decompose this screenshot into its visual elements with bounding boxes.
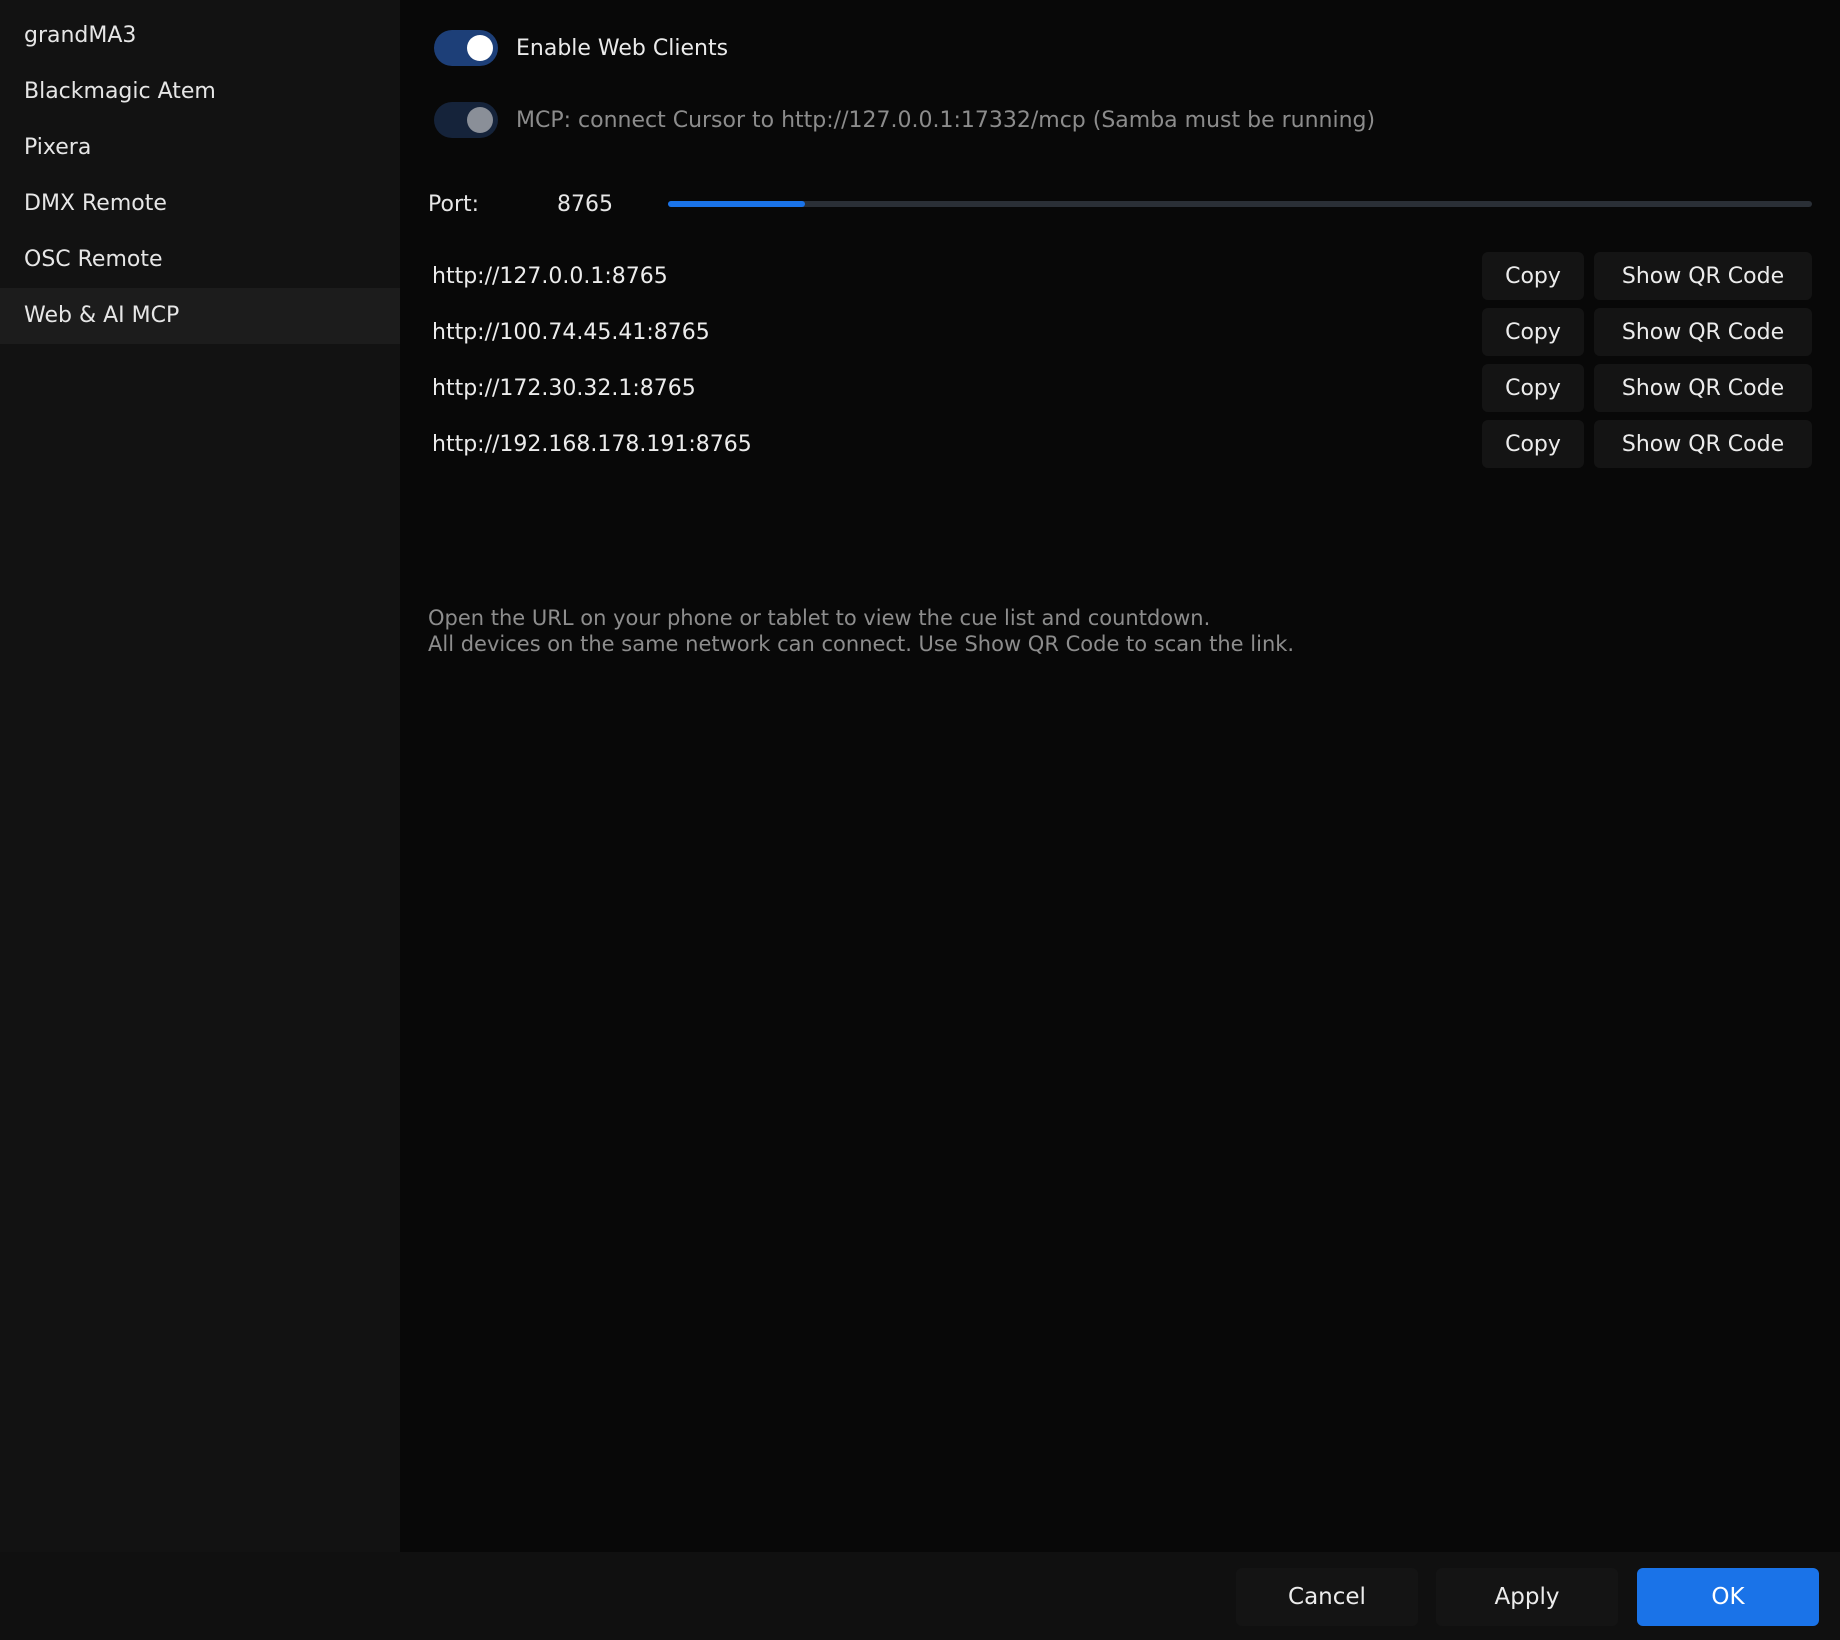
sidebar-item-dmx-remote[interactable]: DMX Remote (0, 176, 400, 232)
url-row: http://100.74.45.41:8765 Copy Show QR Co… (432, 308, 1812, 356)
sidebar-item-grandma3[interactable]: grandMA3 (0, 8, 400, 64)
toggle-knob (467, 35, 493, 61)
sidebar-item-blackmagic-atem[interactable]: Blackmagic Atem (0, 64, 400, 120)
toggle-knob (467, 107, 493, 133)
sidebar-item-pixera[interactable]: Pixera (0, 120, 400, 176)
url-text: http://100.74.45.41:8765 (432, 319, 710, 345)
show-qr-code-button[interactable]: Show QR Code (1594, 364, 1812, 412)
enable-web-clients-toggle[interactable] (434, 30, 498, 66)
port-slider[interactable] (668, 201, 1812, 207)
help-line-1: Open the URL on your phone or tablet to … (428, 606, 1211, 630)
settings-dialog: grandMA3 Blackmagic Atem Pixera DMX Remo… (0, 0, 1840, 1640)
enable-web-clients-row: Enable Web Clients (434, 28, 728, 68)
cancel-button[interactable]: Cancel (1236, 1568, 1418, 1626)
help-text: Open the URL on your phone or tablet to … (428, 605, 1294, 657)
port-label: Port: (428, 191, 480, 217)
apply-button[interactable]: Apply (1436, 1568, 1618, 1626)
ok-button[interactable]: OK (1637, 1568, 1819, 1626)
url-text: http://172.30.32.1:8765 (432, 375, 696, 401)
port-value: 8765 (557, 191, 613, 217)
url-list: http://127.0.0.1:8765 Copy Show QR Code … (432, 252, 1812, 476)
url-text: http://192.168.178.191:8765 (432, 431, 752, 457)
help-line-2: All devices on the same network can conn… (428, 632, 1295, 656)
show-qr-code-button[interactable]: Show QR Code (1594, 308, 1812, 356)
show-qr-code-button[interactable]: Show QR Code (1594, 252, 1812, 300)
dialog-footer: Cancel Apply OK (0, 1552, 1840, 1640)
mcp-row: MCP: connect Cursor to http://127.0.0.1:… (434, 100, 1375, 140)
sidebar-item-web-ai-mcp[interactable]: Web & AI MCP (0, 288, 400, 344)
show-qr-code-button[interactable]: Show QR Code (1594, 420, 1812, 468)
url-row: http://192.168.178.191:8765 Copy Show QR… (432, 420, 1812, 468)
settings-panel: Enable Web Clients MCP: connect Cursor t… (400, 0, 1840, 1552)
port-slider-fill (668, 201, 806, 207)
mcp-toggle[interactable] (434, 102, 498, 138)
sidebar-item-osc-remote[interactable]: OSC Remote (0, 232, 400, 288)
port-row: Port: 8765 (428, 184, 1812, 224)
copy-button[interactable]: Copy (1482, 308, 1584, 356)
enable-web-clients-label: Enable Web Clients (516, 35, 729, 61)
url-row: http://127.0.0.1:8765 Copy Show QR Code (432, 252, 1812, 300)
url-row: http://172.30.32.1:8765 Copy Show QR Cod… (432, 364, 1812, 412)
sidebar: grandMA3 Blackmagic Atem Pixera DMX Remo… (0, 0, 400, 1552)
copy-button[interactable]: Copy (1482, 420, 1584, 468)
copy-button[interactable]: Copy (1482, 252, 1584, 300)
copy-button[interactable]: Copy (1482, 364, 1584, 412)
url-text: http://127.0.0.1:8765 (432, 263, 668, 289)
mcp-label: MCP: connect Cursor to http://127.0.0.1:… (516, 107, 1376, 133)
